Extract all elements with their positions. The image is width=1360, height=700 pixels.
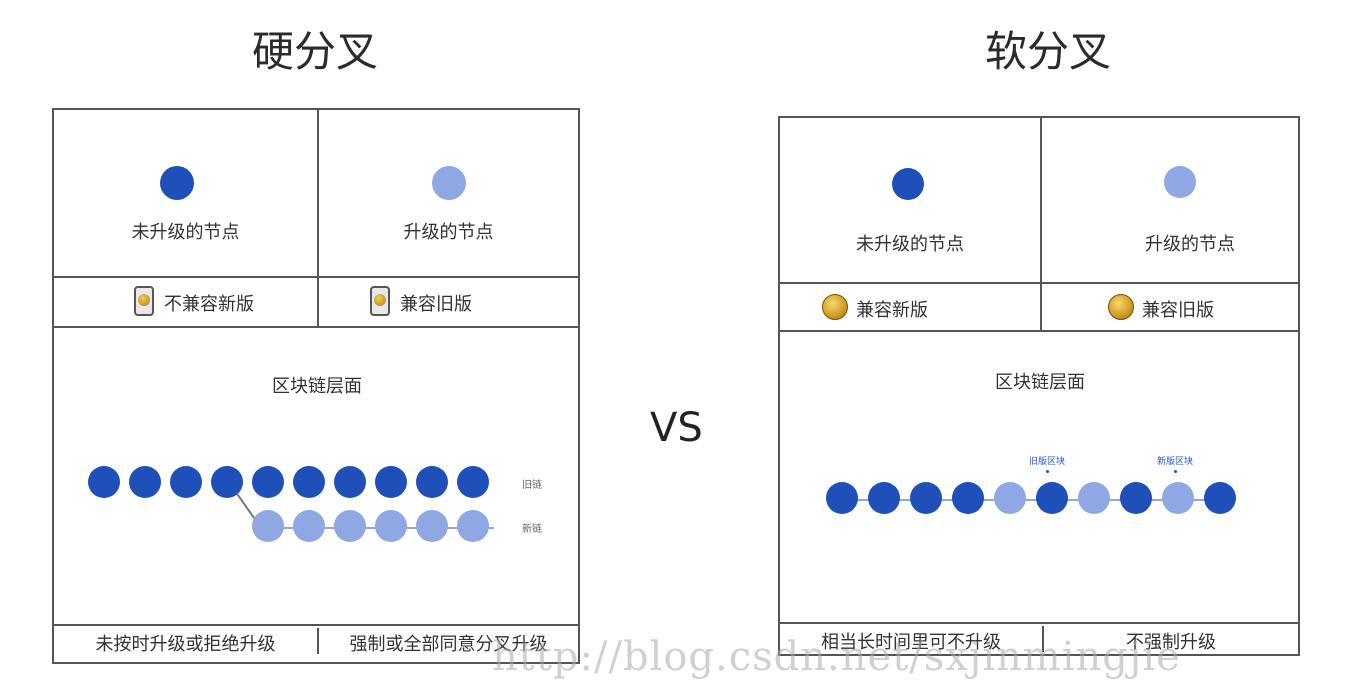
old-chain-label: 旧链 — [522, 480, 542, 491]
new-chain-block — [416, 510, 448, 542]
annotation-marker — [1046, 470, 1049, 473]
divider — [1040, 118, 1042, 330]
old-chain-block — [334, 466, 366, 498]
new-node-label: 升级的节点 — [403, 222, 494, 243]
old-chain-block — [170, 466, 202, 498]
soft-fork-panel: 未升级的节点 升级的节点 兼容新版 兼容旧版 区块链层面 旧版区块 新版区块 相… — [778, 116, 1300, 656]
soft-chain-block — [868, 482, 900, 514]
new-chain-block — [457, 510, 489, 542]
divider — [54, 326, 578, 328]
chain-heading: 区块链层面 — [995, 372, 1085, 393]
old-chain-block — [293, 466, 325, 498]
old-node-icon — [160, 166, 194, 200]
annotation-marker — [1174, 470, 1177, 473]
old-compat-label: 不兼容新版 — [164, 294, 254, 315]
divider — [780, 282, 1298, 284]
old-chain-block — [375, 466, 407, 498]
soft-chain-block — [910, 482, 942, 514]
old-chain-block — [129, 466, 161, 498]
coin-icon — [1108, 294, 1134, 320]
old-chain-block — [252, 466, 284, 498]
new-node-label: 升级的节点 — [1145, 234, 1235, 255]
new-node-icon — [1164, 166, 1196, 198]
hard-fork-panel: 未升级的节点 升级的节点 不兼容新版 兼容旧版 区块链层面 旧链 新链 未按时升… — [52, 108, 580, 664]
soft-fork-title: 软分叉 — [984, 27, 1111, 76]
new-compat-label: 兼容旧版 — [400, 294, 472, 315]
vs-label: VS — [650, 405, 703, 451]
old-compat-label: 兼容新版 — [856, 300, 928, 321]
new-chain-block — [375, 510, 407, 542]
new-chain-block — [334, 510, 366, 542]
old-node-icon — [892, 168, 924, 200]
old-node-label: 未升级的节点 — [131, 222, 240, 243]
annotation-old-block: 旧版区块 — [1028, 457, 1065, 467]
new-chain-block — [293, 510, 325, 542]
soft-chain-block — [1120, 482, 1152, 514]
soft-chain-block — [994, 482, 1026, 514]
coin-card-icon — [134, 286, 154, 316]
new-chain-block — [252, 510, 284, 542]
annotation-new-block: 新版区块 — [1156, 457, 1193, 467]
coin-icon — [822, 294, 848, 320]
soft-chain-block — [1078, 482, 1110, 514]
old-chain-block — [88, 466, 120, 498]
new-node-icon — [432, 166, 466, 200]
old-chain-block — [416, 466, 448, 498]
coin-card-icon — [370, 286, 390, 316]
old-node-label: 未升级的节点 — [856, 234, 964, 255]
soft-chain-block — [952, 482, 984, 514]
footer-left: 未按时升级或拒绝升级 — [95, 634, 276, 655]
soft-chain-block — [1036, 482, 1068, 514]
divider — [780, 622, 1298, 624]
hard-fork-title: 硬分叉 — [251, 27, 378, 76]
soft-chain-block — [1162, 482, 1194, 514]
soft-chain-block — [1204, 482, 1236, 514]
watermark: http://blog.csdn.net/sxjinmingjie — [492, 634, 1181, 680]
chain-heading: 区块链层面 — [272, 376, 362, 397]
new-compat-label: 兼容旧版 — [1142, 300, 1214, 321]
divider — [54, 624, 578, 626]
new-chain-label: 新链 — [522, 524, 542, 535]
soft-chain-block — [826, 482, 858, 514]
divider — [780, 330, 1298, 332]
old-chain-block — [457, 466, 489, 498]
divider — [54, 276, 578, 278]
